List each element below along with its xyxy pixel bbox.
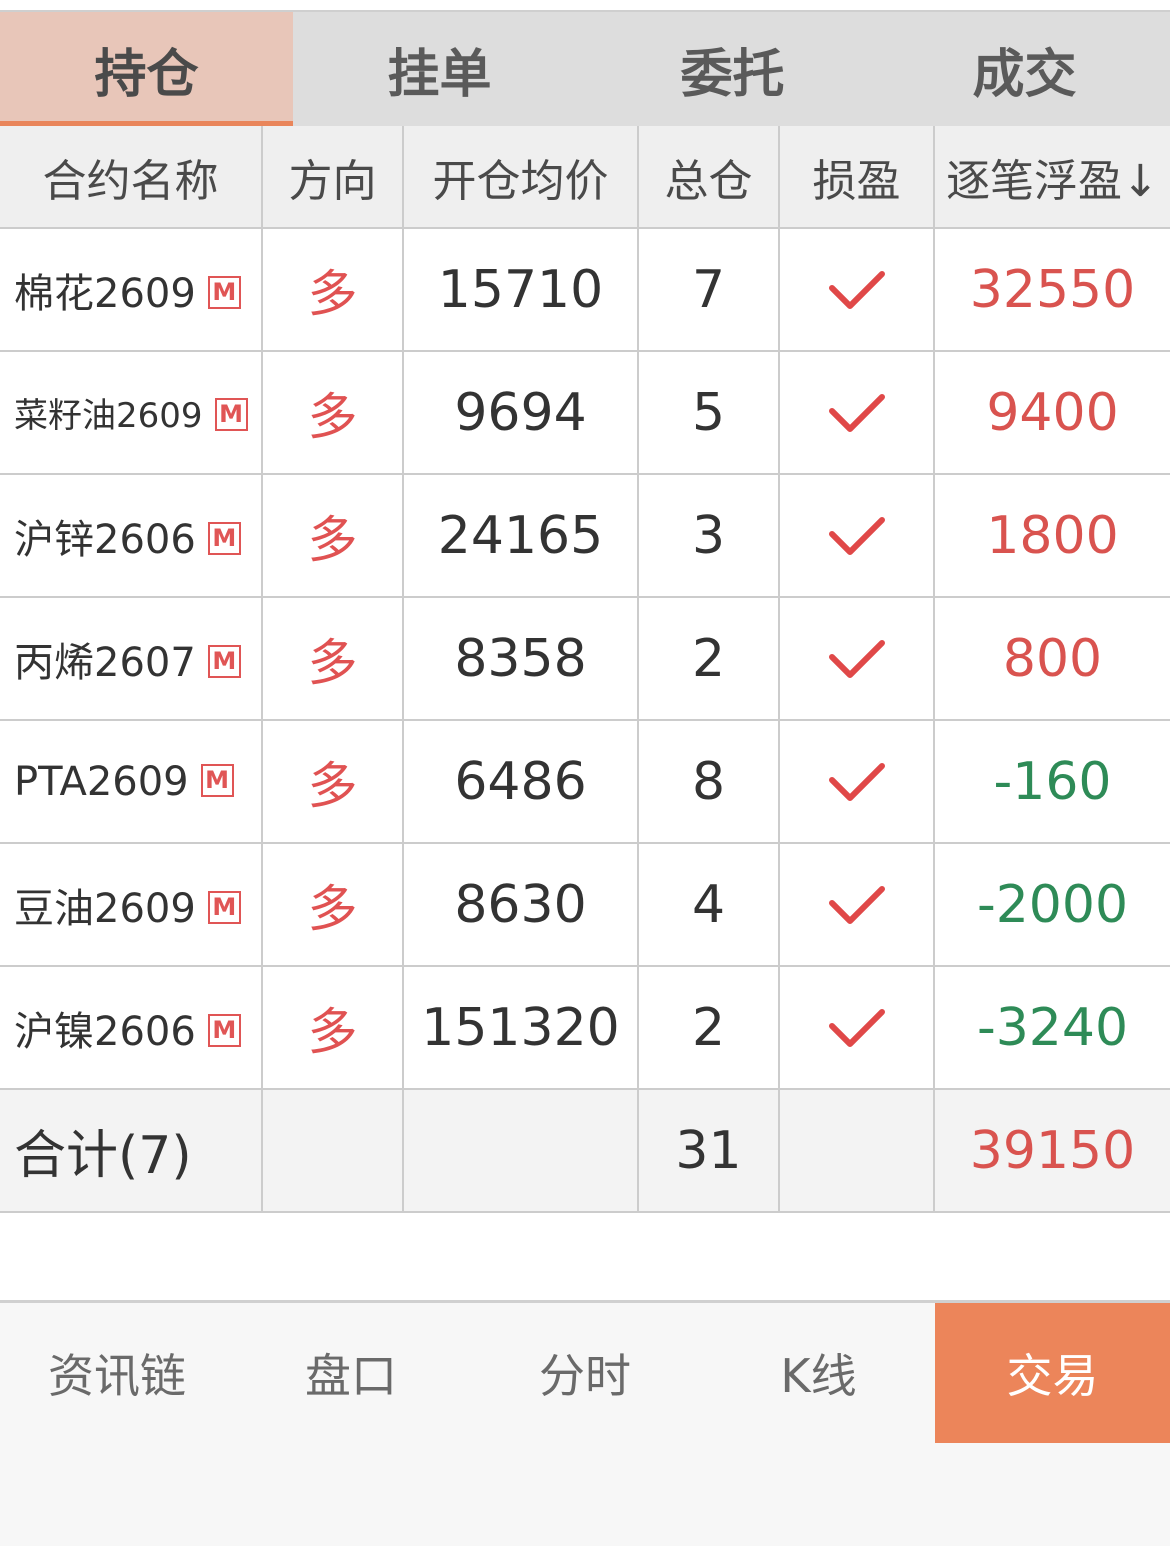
positions-screen: 持仓 挂单 委托 成交 合约名称 方向 开仓均价 总仓 损盈 逐笔浮盈↓ 棉花2… — [0, 0, 1170, 1546]
summary-total-position: 31 — [638, 1089, 780, 1213]
bottom-nav-bar: 资讯链 盘口 分时 K线 交易 — [0, 1303, 1170, 1546]
contract-name: 沪镍2606 — [14, 1008, 196, 1055]
contract-name-cell: 菜籽油2609 M — [0, 351, 263, 475]
profit-loss-cell[interactable] — [779, 351, 935, 475]
floating-profit-cell: -160 — [934, 720, 1170, 844]
checkmark-icon — [828, 885, 885, 924]
contract-name: 丙烯2607 — [14, 639, 196, 686]
header-direction[interactable]: 方向 — [262, 126, 404, 229]
total-position-cell: 2 — [638, 597, 780, 721]
table-row[interactable]: PTA2609 M 多 6486 8 -160 — [0, 720, 1170, 844]
contract-name: 豆油2609 — [14, 885, 196, 932]
total-position-cell: 5 — [638, 351, 780, 475]
floating-profit-cell: 1800 — [934, 474, 1170, 598]
positions-table: 合约名称 方向 开仓均价 总仓 损盈 逐笔浮盈↓ 棉花2609 M 多 15710… — [0, 126, 1170, 1213]
header-avg-open-price[interactable]: 开仓均价 — [403, 126, 639, 229]
profit-loss-cell[interactable] — [779, 966, 935, 1090]
avg-price-cell: 6486 — [403, 720, 639, 844]
direction-cell: 多 — [262, 720, 404, 844]
contract-name-cell: 沪镍2606 M — [0, 966, 263, 1090]
total-position-cell: 8 — [638, 720, 780, 844]
total-position-cell: 4 — [638, 843, 780, 967]
header-total-position[interactable]: 总仓 — [638, 126, 780, 229]
checkmark-icon — [828, 393, 885, 432]
nav-order-book[interactable]: 盘口 — [234, 1303, 468, 1443]
table-row[interactable]: 菜籽油2609 M 多 9694 5 9400 — [0, 351, 1170, 475]
contract-name-cell: PTA2609 M — [0, 720, 263, 844]
floating-profit-cell: -3240 — [934, 966, 1170, 1090]
main-contract-badge-icon: M — [207, 1014, 241, 1047]
profit-loss-cell[interactable] — [779, 228, 935, 352]
checkmark-icon — [828, 1008, 885, 1047]
profit-loss-cell[interactable] — [779, 843, 935, 967]
header-contract-name[interactable]: 合约名称 — [0, 126, 263, 229]
avg-price-cell: 9694 — [403, 351, 639, 475]
checkmark-icon — [828, 762, 885, 801]
nav-kline[interactable]: K线 — [702, 1303, 935, 1443]
contract-name: 菜籽油2609 — [14, 396, 203, 436]
contract-name-cell: 沪锌2606 M — [0, 474, 263, 598]
table-row[interactable]: 棉花2609 M 多 15710 7 32550 — [0, 228, 1170, 352]
tab-trades[interactable]: 成交 — [879, 12, 1170, 126]
contract-name-cell: 豆油2609 M — [0, 843, 263, 967]
main-contract-badge-icon: M — [207, 645, 241, 678]
total-position-cell: 7 — [638, 228, 780, 352]
summary-empty-cell — [403, 1089, 639, 1213]
checkmark-icon — [828, 516, 885, 555]
direction-cell: 多 — [262, 966, 404, 1090]
contract-name-cell: 棉花2609 M — [0, 228, 263, 352]
profit-loss-cell[interactable] — [779, 474, 935, 598]
header-floating-profit-sort[interactable]: 逐笔浮盈↓ — [934, 126, 1170, 229]
direction-cell: 多 — [262, 474, 404, 598]
main-contract-badge-icon: M — [207, 522, 241, 555]
table-header-row: 合约名称 方向 开仓均价 总仓 损盈 逐笔浮盈↓ — [0, 126, 1170, 229]
floating-profit-cell: -2000 — [934, 843, 1170, 967]
avg-price-cell: 24165 — [403, 474, 639, 598]
summary-empty-cell — [779, 1089, 935, 1213]
total-position-cell: 3 — [638, 474, 780, 598]
direction-cell: 多 — [262, 843, 404, 967]
profit-loss-cell[interactable] — [779, 597, 935, 721]
direction-cell: 多 — [262, 228, 404, 352]
checkmark-icon — [828, 639, 885, 678]
top-tab-bar: 持仓 挂单 委托 成交 — [0, 10, 1170, 126]
main-contract-badge-icon: M — [214, 398, 248, 431]
tab-entrusts[interactable]: 委托 — [586, 12, 879, 126]
tab-pending-orders[interactable]: 挂单 — [293, 12, 586, 126]
main-contract-badge-icon: M — [200, 764, 234, 797]
summary-row: 合计(7) 31 39150 — [0, 1089, 1170, 1213]
avg-price-cell: 151320 — [403, 966, 639, 1090]
total-position-cell: 2 — [638, 966, 780, 1090]
contract-name: 棉花2609 — [14, 270, 196, 317]
table-row[interactable]: 沪锌2606 M 多 24165 3 1800 — [0, 474, 1170, 598]
main-contract-badge-icon: M — [207, 891, 241, 924]
nav-news-chain[interactable]: 资讯链 — [0, 1303, 234, 1443]
summary-empty-cell — [262, 1089, 404, 1213]
header-profit-loss[interactable]: 损盈 — [779, 126, 935, 229]
nav-time-share[interactable]: 分时 — [468, 1303, 702, 1443]
avg-price-cell: 8630 — [403, 843, 639, 967]
floating-profit-cell: 800 — [934, 597, 1170, 721]
contract-name: PTA2609 — [14, 758, 189, 805]
table-row[interactable]: 丙烯2607 M 多 8358 2 800 — [0, 597, 1170, 721]
contract-name: 沪锌2606 — [14, 516, 196, 563]
direction-cell: 多 — [262, 597, 404, 721]
avg-price-cell: 15710 — [403, 228, 639, 352]
summary-label: 合计(7) — [0, 1089, 263, 1213]
profit-loss-cell[interactable] — [779, 720, 935, 844]
checkmark-icon — [828, 270, 885, 309]
table-row[interactable]: 沪镍2606 M 多 151320 2 -3240 — [0, 966, 1170, 1090]
nav-trade[interactable]: 交易 — [935, 1303, 1170, 1443]
table-row[interactable]: 豆油2609 M 多 8630 4 -2000 — [0, 843, 1170, 967]
floating-profit-cell: 32550 — [934, 228, 1170, 352]
avg-price-cell: 8358 — [403, 597, 639, 721]
summary-floating-profit: 39150 — [934, 1089, 1170, 1213]
direction-cell: 多 — [262, 351, 404, 475]
main-contract-badge-icon: M — [207, 276, 241, 309]
floating-profit-cell: 9400 — [934, 351, 1170, 475]
tab-positions[interactable]: 持仓 — [0, 12, 293, 126]
contract-name-cell: 丙烯2607 M — [0, 597, 263, 721]
